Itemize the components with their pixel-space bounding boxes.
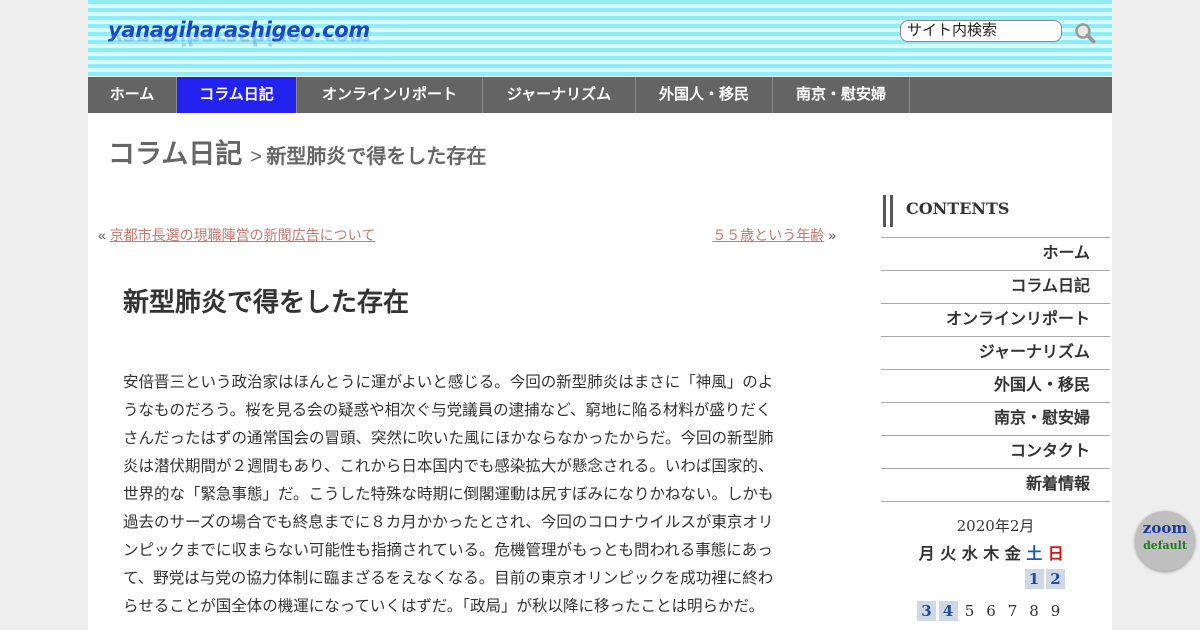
calendar-day: 7 [1007, 602, 1018, 620]
nav-item-journalism[interactable]: ジャーナリズム [483, 77, 636, 113]
sidebar-item-column-diary[interactable]: コラム日記 [881, 271, 1110, 304]
calendar-title: 2020年2月 [956, 517, 1035, 535]
article-line: さんだったはずの通常国会の冒頭、突然に吹いた風にほかならなかったからだ。今回の新… [123, 430, 774, 447]
nav-item-online-report[interactable]: オンラインリポート [297, 77, 483, 113]
prev-mark: « [98, 227, 106, 243]
article-line: 安倍晋三という政治家はほんとうに運がよいと感じる。今回の新型肺炎はまさに「神風」… [123, 374, 774, 391]
nav-item-home[interactable]: ホーム [88, 77, 177, 113]
contents-header: CONTENTS [881, 190, 1110, 238]
main-nav: ホーム コラム日記 オンラインリポート ジャーナリズム 外国人・移民 南京・慰安… [88, 77, 1112, 113]
double-bar-icon [883, 195, 893, 227]
breadcrumb: コラム日記 > 新型肺炎で得をした存在 [108, 132, 486, 171]
weekday: 水 [961, 546, 978, 563]
article-line: 炎は潜伏期間が２週間もあり、これから日本国内でも感染拡大が懸念される。いわば国家… [123, 458, 774, 475]
search-icon [1075, 23, 1096, 44]
calendar-weekdays: 月火水木金土日 [916, 540, 1067, 564]
article-line: ンピックまでに収まらない可能性も指摘されている。危機管理がもっとも問われる事態に… [123, 542, 773, 559]
prev-entry-link[interactable]: 京都市長選の現職陣営の新聞広告について [110, 227, 376, 243]
weekday-sunday: 日 [1047, 546, 1064, 563]
zoom-label: zoom [1142, 519, 1188, 537]
weekday: 火 [940, 546, 957, 563]
calendar-day[interactable]: 4 [938, 601, 958, 621]
calendar-day: 9 [1050, 602, 1061, 620]
breadcrumb-separator: > [250, 146, 262, 168]
search-button[interactable] [1074, 22, 1096, 44]
nav-item-column-diary[interactable]: コラム日記 [177, 77, 297, 113]
calendar-day: 5 [964, 602, 975, 620]
weekday: 木 [983, 546, 1000, 563]
contents-title: CONTENTS [906, 199, 1010, 218]
search-input[interactable]: サイト内検索 [900, 20, 1062, 42]
calendar-day[interactable]: 1 [1024, 569, 1044, 589]
article-line: 世界的な「緊急事態」だ。こうした特殊な時期に倒閣運動は尻すぼみになりかねない。し… [123, 486, 774, 503]
calendar-day: 8 [1029, 602, 1039, 620]
sidebar-item-home[interactable]: ホーム [881, 238, 1110, 271]
weekday: 金 [1004, 546, 1021, 563]
nav-item-nanjing[interactable]: 南京・慰安婦 [773, 77, 910, 113]
site-header: yanagiharashigeo.com yanagiharashigeo.co… [88, 0, 1112, 76]
article-line: 過去のサーズの場合でも終息までに８カ月かかったとされ、今回のコロナウイルスが東京… [123, 514, 774, 531]
calendar-day[interactable]: 3 [917, 601, 936, 621]
next-entry-link[interactable]: ５５歳という年齢 [712, 227, 824, 243]
zoom-default-link[interactable]: default [1135, 539, 1195, 552]
calendar-day[interactable]: 2 [1046, 569, 1065, 589]
sidebar-item-nanjing[interactable]: 南京・慰安婦 [881, 403, 1110, 436]
article-body: 安倍晋三という政治家はほんとうに運がよいと感じる。今回の新型肺炎はまさに「神風」… [123, 369, 799, 621]
article-title: 新型肺炎で得をした存在 [123, 287, 410, 317]
zoom-button[interactable]: zoom default [1135, 511, 1195, 571]
sidebar-item-journalism[interactable]: ジャーナリズム [881, 337, 1110, 370]
nav-item-foreigners[interactable]: 外国人・移民 [636, 77, 773, 113]
breadcrumb-current: 新型肺炎で得をした存在 [266, 146, 487, 168]
next-mark: » [828, 227, 836, 243]
next-entry: ５５歳という年齢 » [712, 225, 836, 245]
article-line: らせることが国全体の機運になっていくはずだ。「政局」が秋以降に移ったことは明らか… [123, 598, 765, 615]
weekday: 月 [918, 546, 935, 563]
sidebar-item-news[interactable]: 新着情報 [881, 469, 1110, 502]
sidebar-item-online-report[interactable]: オンラインリポート [881, 304, 1110, 337]
sidebar-item-foreigners[interactable]: 外国人・移民 [881, 370, 1110, 403]
weekday-saturday: 土 [1026, 546, 1043, 563]
site-logo-reflection: yanagiharashigeo.com [108, 35, 370, 49]
breadcrumb-section[interactable]: コラム日記 [108, 139, 242, 169]
prev-entry: « 京都市長選の現職陣営の新聞広告について [98, 225, 375, 245]
page: yanagiharashigeo.com yanagiharashigeo.co… [88, 0, 1112, 630]
article-line: て、野党は与党の協力体制に臨まざるをえなくなる。目前の東京オリンピックを成功裡に… [123, 570, 774, 587]
article-line: うなものだろう。桜を見る会の疑惑や相次ぐ与党議員の逮捕など、窮地に陥る材料が盛り… [123, 402, 772, 419]
calendar-day: 6 [986, 602, 996, 620]
sidebar: CONTENTS ホーム コラム日記 オンラインリポート ジャーナリズム 外国人… [881, 190, 1110, 502]
sidebar-item-contact[interactable]: コンタクト [881, 436, 1110, 469]
